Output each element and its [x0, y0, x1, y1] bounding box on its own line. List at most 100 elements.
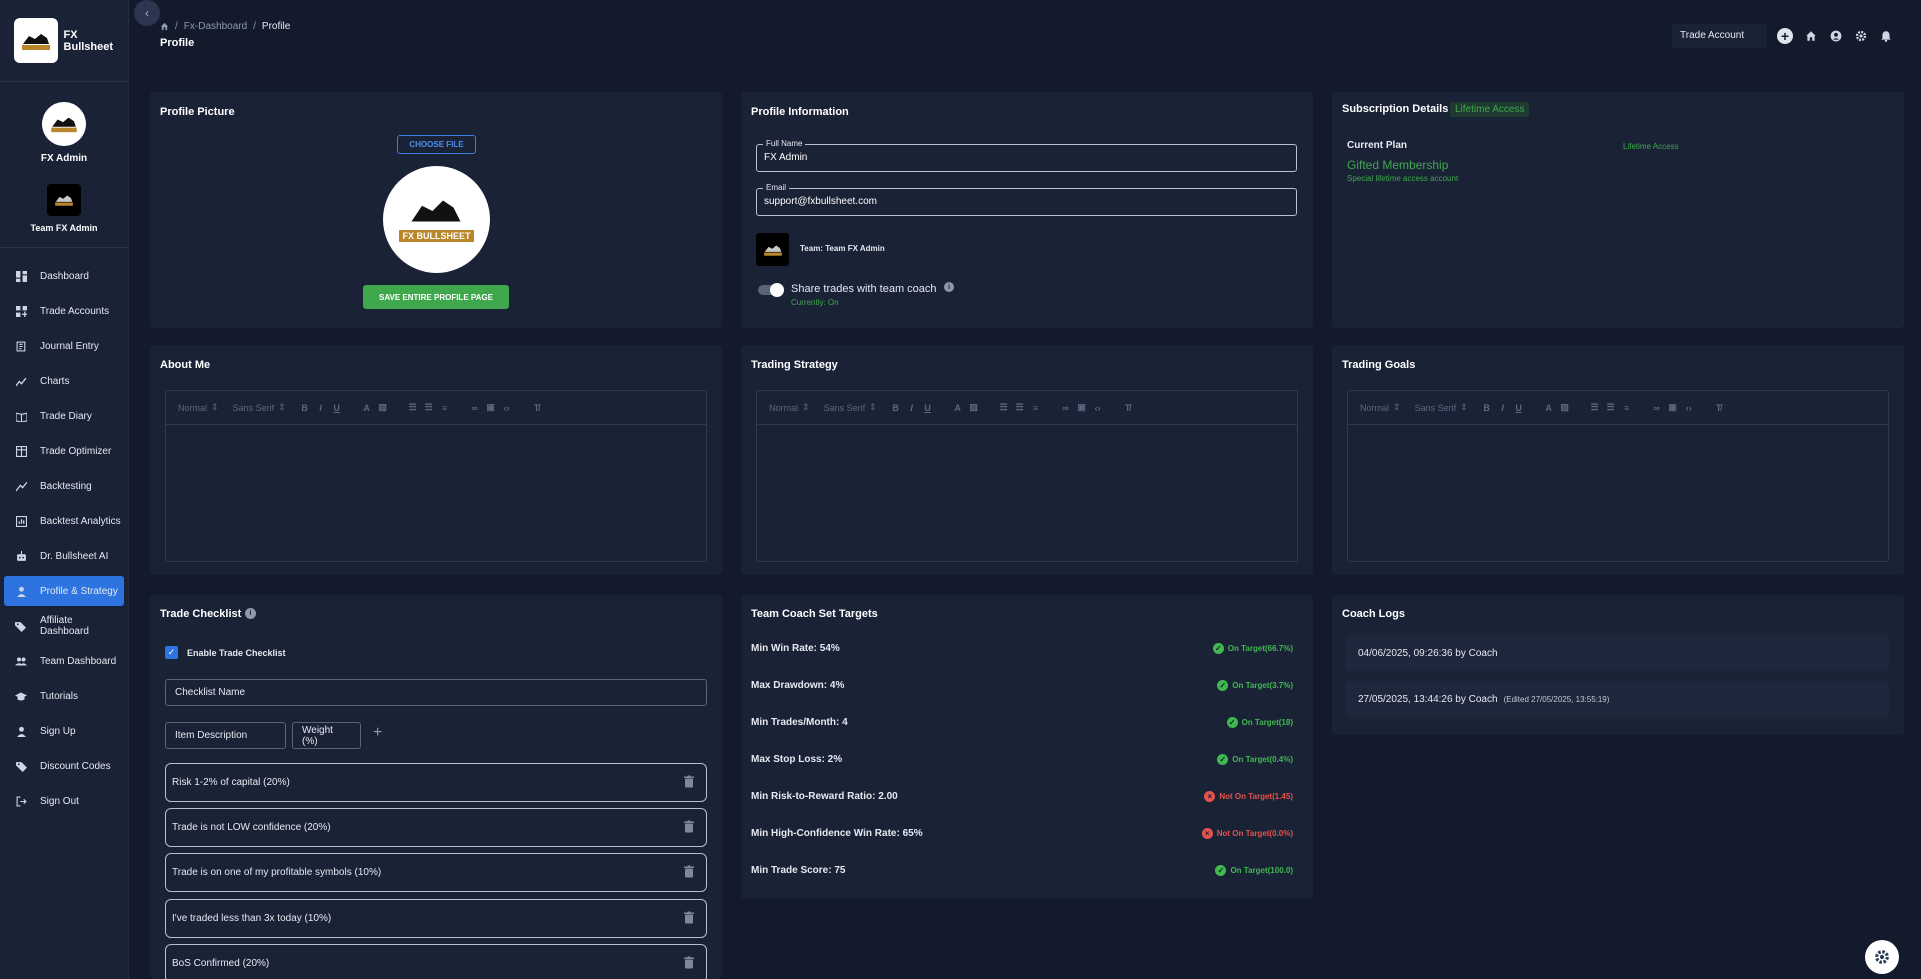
sidebar-item-trade-diary[interactable]: Trade Diary [4, 401, 124, 431]
collapse-sidebar-button[interactable]: ‹ [134, 0, 160, 26]
bell-icon[interactable] [1878, 29, 1893, 44]
bullet-list-icon[interactable]: ☰ [1606, 402, 1616, 413]
about-me-card: About Me Normal ⇕ Sans Serif ⇕ B I U A ▨ ☰… [150, 345, 722, 575]
bold-icon[interactable]: B [1482, 403, 1492, 413]
sidebar-item-dashboard[interactable]: Dashboard [4, 261, 124, 291]
breadcrumb-dashboard[interactable]: Fx-Dashboard [184, 21, 247, 32]
coach-log-entry[interactable]: 27/05/2025, 13:44:26 by Coach (Edited 27… [1346, 681, 1889, 717]
italic-icon[interactable]: I [907, 403, 917, 413]
trading-goals-editor[interactable]: Normal ⇕ Sans Serif ⇕ B I U A ▨ ☰ ☰ ≡ ∞ ▣ … [1347, 390, 1889, 562]
sidebar-item-profile-strategy[interactable]: Profile & Strategy [4, 576, 124, 606]
sidebar-item-sign-up[interactable]: Sign Up [4, 716, 124, 746]
image-icon[interactable]: ▣ [1077, 402, 1087, 413]
font-select[interactable]: Sans Serif ⇕ [824, 402, 877, 413]
weight-input[interactable]: Weight (%) [292, 722, 361, 749]
clear-format-icon[interactable]: T̸ [532, 403, 542, 413]
choose-file-button[interactable]: CHOOSE FILE [397, 135, 476, 154]
trash-icon[interactable] [684, 956, 694, 971]
trash-icon[interactable] [684, 911, 694, 926]
align-icon[interactable]: ≡ [440, 403, 450, 413]
sidebar-item-trade-optimizer[interactable]: Trade Optimizer [4, 436, 124, 466]
bullet-list-icon[interactable]: ☰ [424, 402, 434, 413]
sidebar-item-team-dashboard[interactable]: Team Dashboard [4, 646, 124, 676]
format-select[interactable]: Normal ⇕ [769, 402, 810, 413]
full-name-field[interactable]: Full Name FX Admin [756, 139, 1297, 172]
underline-icon[interactable]: U [923, 403, 933, 413]
share-trades-toggle[interactable] [758, 283, 784, 297]
image-icon[interactable]: ▣ [486, 402, 496, 413]
sidebar-item-dr-bullsheet-ai[interactable]: Dr. Bullsheet AI [4, 541, 124, 571]
clear-format-icon[interactable]: T̸ [1714, 403, 1724, 413]
checklist-item[interactable]: Trade is on one of my profitable symbols… [165, 853, 707, 892]
bull-logo-icon [763, 245, 782, 256]
image-icon[interactable]: ▣ [1668, 402, 1678, 413]
clear-format-icon[interactable]: T̸ [1123, 403, 1133, 413]
email-field[interactable]: Email support@fxbullsheet.com [756, 183, 1297, 216]
sidebar-item-discount-codes[interactable]: Discount Codes [4, 751, 124, 781]
sidebar-item-backtest-analytics[interactable]: Backtest Analytics [4, 506, 124, 536]
home-icon[interactable] [1803, 29, 1818, 44]
highlight-icon[interactable]: ▨ [378, 402, 388, 413]
ordered-list-icon[interactable]: ☰ [1590, 402, 1600, 413]
settings-fab-button[interactable] [1865, 940, 1899, 974]
info-icon[interactable]: i [944, 282, 954, 292]
sidebar-item-tutorials[interactable]: Tutorials [4, 681, 124, 711]
avatar[interactable] [42, 102, 86, 146]
align-icon[interactable]: ≡ [1031, 403, 1041, 413]
align-icon[interactable]: ≡ [1622, 403, 1632, 413]
italic-icon[interactable]: I [316, 403, 326, 413]
about-me-editor[interactable]: Normal ⇕ Sans Serif ⇕ B I U A ▨ ☰ ☰ ≡ ∞ ▣ … [165, 390, 707, 562]
text-color-icon[interactable]: A [1544, 403, 1554, 413]
text-color-icon[interactable]: A [953, 403, 963, 413]
save-profile-button[interactable]: SAVE ENTIRE PROFILE PAGE [363, 285, 509, 309]
checklist-name-input[interactable]: Checklist Name [165, 679, 707, 706]
trash-icon[interactable] [684, 865, 694, 880]
checklist-item[interactable]: Trade is not LOW confidence (20%) [165, 808, 707, 847]
account-icon[interactable] [1828, 29, 1843, 44]
profile-avatar[interactable]: FX BULLSHEET [383, 166, 490, 273]
enable-checklist-checkbox[interactable]: ✓ [165, 646, 178, 659]
home-icon[interactable] [160, 22, 169, 31]
brand[interactable]: FX Bullsheet [0, 0, 128, 82]
bold-icon[interactable]: B [891, 403, 901, 413]
highlight-icon[interactable]: ▨ [969, 402, 979, 413]
trash-icon[interactable] [684, 820, 694, 835]
checklist-item[interactable]: Risk 1-2% of capital (20%) [165, 763, 707, 802]
sidebar-item-backtesting[interactable]: Backtesting [4, 471, 124, 501]
ordered-list-icon[interactable]: ☰ [999, 402, 1009, 413]
checklist-item[interactable]: BoS Confirmed (20%) [165, 944, 707, 979]
italic-icon[interactable]: I [1498, 403, 1508, 413]
gear-icon[interactable] [1853, 29, 1868, 44]
font-select[interactable]: Sans Serif ⇕ [1415, 402, 1468, 413]
trash-icon[interactable] [684, 775, 694, 790]
checklist-item[interactable]: I've traded less than 3x today (10%) [165, 899, 707, 938]
underline-icon[interactable]: U [332, 403, 342, 413]
ordered-list-icon[interactable]: ☰ [408, 402, 418, 413]
format-select[interactable]: Normal ⇕ [1360, 402, 1401, 413]
link-icon[interactable]: ∞ [1652, 403, 1662, 413]
font-select[interactable]: Sans Serif ⇕ [233, 402, 286, 413]
link-icon[interactable]: ∞ [1061, 403, 1071, 413]
code-icon[interactable]: ‹› [1093, 403, 1103, 413]
link-icon[interactable]: ∞ [470, 403, 480, 413]
code-icon[interactable]: ‹› [502, 403, 512, 413]
add-account-button[interactable]: + [1777, 28, 1793, 44]
text-color-icon[interactable]: A [362, 403, 372, 413]
code-icon[interactable]: ‹› [1684, 403, 1694, 413]
trading-strategy-editor[interactable]: Normal ⇕ Sans Serif ⇕ B I U A ▨ ☰ ☰ ≡ ∞ ▣ … [756, 390, 1298, 562]
coach-log-entry[interactable]: 04/06/2025, 09:26:36 by Coach [1346, 635, 1889, 671]
underline-icon[interactable]: U [1514, 403, 1524, 413]
bold-icon[interactable]: B [300, 403, 310, 413]
format-select[interactable]: Normal ⇕ [178, 402, 219, 413]
highlight-icon[interactable]: ▨ [1560, 402, 1570, 413]
add-item-button[interactable]: + [373, 724, 382, 742]
item-description-input[interactable]: Item Description [165, 722, 286, 749]
bullet-list-icon[interactable]: ☰ [1015, 402, 1025, 413]
sidebar-item-affiliate-dashboard[interactable]: Affiliate Dashboard [4, 611, 124, 641]
sidebar-item-charts[interactable]: Charts [4, 366, 124, 396]
sidebar-item-sign-out[interactable]: Sign Out [4, 786, 124, 816]
sidebar-item-journal-entry[interactable]: Journal Entry [4, 331, 124, 361]
info-icon[interactable]: i [245, 608, 256, 619]
sidebar-item-trade-accounts[interactable]: Trade Accounts [4, 296, 124, 326]
trade-account-select[interactable]: Trade Account [1672, 24, 1767, 48]
